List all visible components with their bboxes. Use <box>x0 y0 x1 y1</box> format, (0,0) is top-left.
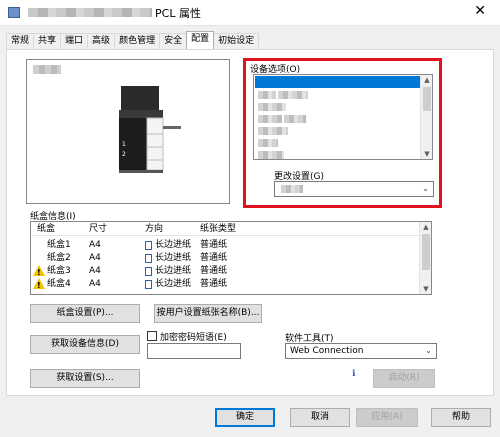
encryption-checkbox[interactable] <box>147 331 157 341</box>
title-bar: PCL 属性 ✕ <box>0 0 500 26</box>
cancel-button[interactable]: 取消 <box>290 408 350 427</box>
software-tools-value: Web Connection <box>290 346 364 356</box>
close-icon[interactable]: ✕ <box>474 3 486 19</box>
device-option-item[interactable] <box>258 127 288 135</box>
encryption-label: 加密密码短语(E) <box>160 333 227 343</box>
table-row[interactable]: 纸盒4 A4 长边进纸 普通纸 <box>31 278 419 292</box>
software-tools-select[interactable]: Web Connection ⌄ <box>285 343 437 359</box>
tray-orientation: 长边进纸 <box>155 253 192 263</box>
column-header-orientation: 方向 <box>145 224 164 234</box>
printer-name-redacted <box>28 8 152 17</box>
printer-app-icon <box>8 7 20 18</box>
column-header-size: 尺寸 <box>89 224 108 234</box>
tab-general[interactable]: 常规 <box>6 33 35 49</box>
device-option-item[interactable] <box>258 151 284 159</box>
tray-size: A4 <box>89 279 101 289</box>
scroll-thumb[interactable] <box>422 234 430 270</box>
paper-tray-scrollbar[interactable]: ▲ ▼ <box>419 222 431 294</box>
tray-orientation: 长边进纸 <box>155 240 192 250</box>
tab-color-management[interactable]: 颜色管理 <box>114 33 161 49</box>
change-setting-value-redacted <box>281 185 303 193</box>
printer-illustration-icon: 1 2 <box>119 86 181 173</box>
table-row[interactable]: 纸盒2 A4 长边进纸 普通纸 <box>31 252 419 264</box>
scroll-up-icon[interactable]: ▲ <box>421 76 432 84</box>
apply-button[interactable]: 应用(A) <box>356 408 418 427</box>
tray-paper-type: 普通纸 <box>200 253 228 263</box>
device-option-item[interactable] <box>258 115 282 123</box>
orientation-icon <box>145 241 152 250</box>
tray-settings-button[interactable]: 纸盒设置(P)... <box>30 304 140 323</box>
tray-name: 纸盒3 <box>47 266 71 276</box>
tab-configuration[interactable]: 配置 <box>186 31 215 49</box>
tray-orientation: 长边进纸 <box>155 266 192 276</box>
tray-paper-type: 普通纸 <box>200 279 228 289</box>
table-row[interactable]: 纸盒3 A4 长边进纸 普通纸 <box>31 265 419 279</box>
get-device-info-button[interactable]: 获取设备信息(D) <box>30 335 140 354</box>
orientation-icon <box>145 267 152 276</box>
paper-tray-table[interactable]: 纸盒 尺寸 方向 纸张类型 纸盒1 A4 长边进纸 普通纸 纸盒2 A4 长边进… <box>30 221 432 295</box>
device-option-value <box>278 91 308 99</box>
svg-text:1: 1 <box>122 141 126 148</box>
tray-name: 纸盒4 <box>47 279 71 289</box>
device-option-item[interactable] <box>258 91 276 99</box>
ok-button[interactable]: 确定 <box>215 408 275 427</box>
device-option-item[interactable] <box>258 139 278 147</box>
orientation-icon <box>145 254 152 263</box>
tab-sharing[interactable]: 共享 <box>33 33 62 49</box>
tray-orientation: 长边进纸 <box>155 279 192 289</box>
help-button[interactable]: 帮助 <box>431 408 491 427</box>
tray-name: 纸盒1 <box>47 240 71 250</box>
launch-button[interactable]: 启动(R) <box>373 369 435 388</box>
tray-size: A4 <box>89 266 101 276</box>
tab-strip: 常规 共享 端口 高级 颜色管理 安全 配置 初始设定 <box>6 31 260 49</box>
tab-security[interactable]: 安全 <box>159 33 188 49</box>
device-option-item[interactable] <box>258 103 286 111</box>
tab-advanced[interactable]: 高级 <box>87 33 116 49</box>
device-option-selected-row[interactable] <box>255 76 421 88</box>
device-option-value <box>284 115 306 123</box>
chevron-down-icon: ⌄ <box>422 184 429 193</box>
tab-ports[interactable]: 端口 <box>60 33 89 49</box>
info-icon: ℹ <box>352 369 356 379</box>
window-title: PCL 属性 <box>155 7 201 20</box>
device-options-list[interactable]: ▲ ▼ <box>253 74 433 160</box>
scroll-down-icon[interactable]: ▼ <box>420 285 431 293</box>
scroll-thumb[interactable] <box>423 87 431 111</box>
get-settings-button[interactable]: 获取设置(S)... <box>30 369 140 388</box>
tray-size: A4 <box>89 253 101 263</box>
warning-icon <box>33 278 45 292</box>
encryption-passphrase-field[interactable] <box>147 343 241 359</box>
table-row[interactable]: 纸盒1 A4 长边进纸 普通纸 <box>31 239 419 251</box>
orientation-icon <box>145 280 152 289</box>
scroll-up-icon[interactable]: ▲ <box>420 223 431 231</box>
svg-text:2: 2 <box>122 151 126 158</box>
warning-icon <box>33 265 45 279</box>
scroll-down-icon[interactable]: ▼ <box>421 150 432 158</box>
chevron-down-icon: ⌄ <box>425 346 432 355</box>
tab-initial-settings[interactable]: 初始设定 <box>213 33 260 49</box>
user-paper-name-button[interactable]: 按用户设置纸张名称(B)... <box>154 304 262 323</box>
column-header-tray: 纸盒 <box>37 224 56 234</box>
change-setting-select[interactable]: ⌄ <box>274 181 434 197</box>
column-header-paper-type: 纸张类型 <box>200 224 237 234</box>
tray-paper-type: 普通纸 <box>200 240 228 250</box>
printer-preview: 1 2 <box>26 59 230 204</box>
device-options-scrollbar[interactable]: ▲ ▼ <box>420 75 432 159</box>
tray-name: 纸盒2 <box>47 253 71 263</box>
tray-paper-type: 普通纸 <box>200 266 228 276</box>
table-header: 纸盒 尺寸 方向 纸张类型 <box>31 223 419 235</box>
tray-size: A4 <box>89 240 101 250</box>
header-divider <box>31 235 419 236</box>
